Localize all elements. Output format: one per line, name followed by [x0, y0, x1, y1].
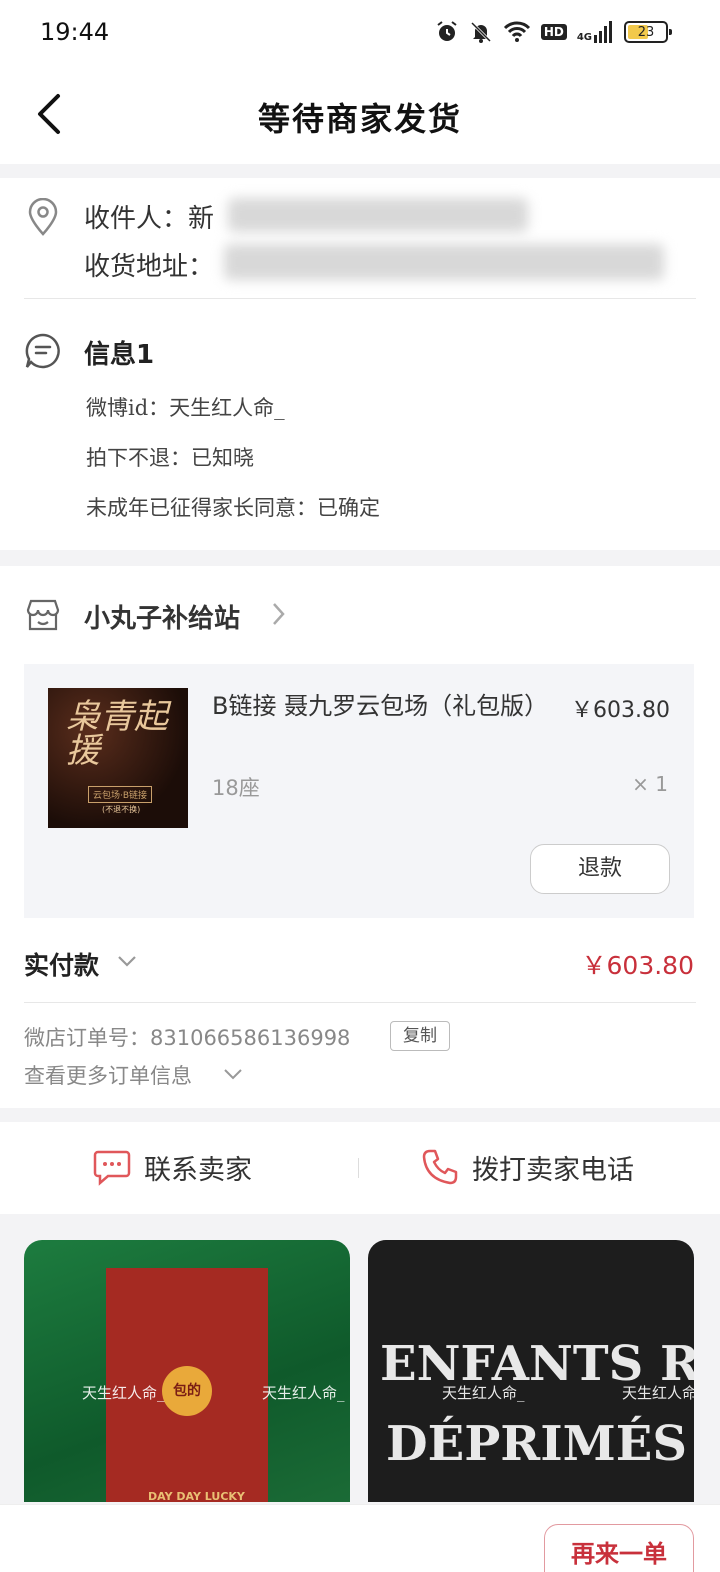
receiver-redacted — [228, 198, 528, 232]
paid-amount: ￥603.80 — [581, 951, 694, 980]
location-pin-icon — [28, 198, 58, 236]
address-row: 收货地址： — [84, 246, 214, 283]
status-icons: HD 4G 23 — [435, 18, 672, 46]
divider — [24, 1002, 696, 1003]
mute-bell-icon — [470, 21, 491, 43]
contact-seller-label: 联系卖家 — [144, 1154, 252, 1186]
envelope-seal: 包的 — [162, 1366, 212, 1416]
watermark: 天生红人命_ — [622, 1384, 694, 1402]
thumbnail-title: 枭青起援 — [66, 697, 168, 771]
copy-button[interactable]: 复制 — [390, 1021, 450, 1051]
chevron-down-icon[interactable] — [116, 952, 138, 970]
call-seller-button[interactable]: 拨打卖家电话 — [420, 1142, 634, 1192]
divider — [24, 298, 696, 299]
reorder-button[interactable]: 再来一单 — [544, 1524, 694, 1572]
order-number: 微店订单号：831066586136998 — [24, 1026, 351, 1050]
receiver-label: 收件人： — [84, 204, 189, 234]
product-thumbnail[interactable]: 枭青起援 云包场·B链接 (不退不换) — [48, 688, 188, 828]
thumbnail-tag: 云包场·B链接 — [88, 786, 153, 803]
shop-name[interactable]: 小丸子补给站 — [84, 598, 240, 635]
watermark: 天生红人命_ — [262, 1384, 345, 1402]
nav-bar: 等待商家发货 — [0, 64, 720, 164]
recommendation-card[interactable]: 包的 DAY DAY LUCKY 天生红人命_ 天生红人命_ — [24, 1240, 350, 1502]
info-line-no-refund: 拍下不退：已知晓 — [86, 446, 254, 470]
message-info-icon — [25, 333, 60, 369]
address-redacted — [224, 244, 664, 280]
receiver-name: 新 — [188, 204, 215, 234]
signal-icon: 4G — [577, 21, 614, 43]
info-line-guardian: 未成年已征得家长同意：已确定 — [86, 496, 380, 520]
shirt-print-line2: DÉPRIMÉS — [386, 1416, 688, 1472]
paid-label[interactable]: 实付款 — [24, 946, 99, 982]
wifi-icon — [503, 21, 530, 42]
receiver-row: 收件人：新 — [84, 198, 214, 235]
chat-icon — [93, 1150, 131, 1186]
network-label: 4G — [576, 32, 592, 43]
product-quantity: × 1 — [632, 772, 668, 796]
chevron-down-icon[interactable] — [222, 1066, 244, 1082]
alarm-icon — [437, 21, 457, 41]
status-bar: 19:44 HD 4G 23 — [0, 0, 720, 64]
info-line-weibo: 微博id：天生红人命_ — [86, 396, 285, 420]
status-time: 19:44 — [40, 18, 110, 46]
thumbnail-subtitle: (不退不换) — [102, 805, 141, 814]
contact-seller-button[interactable]: 联系卖家 — [92, 1142, 252, 1192]
shop-icon — [26, 599, 60, 631]
address-label: 收货地址： — [84, 252, 215, 282]
call-seller-label: 拨打卖家电话 — [472, 1154, 634, 1186]
battery-level: 23 — [637, 24, 655, 40]
recommendation-card[interactable]: ENFANTS R DÉPRIMÉS 天生红人命_ 天生红人命_ — [368, 1240, 694, 1502]
hd-badge: HD — [540, 24, 567, 40]
watermark: 天生红人命_ — [82, 1384, 165, 1402]
product-name[interactable]: B链接 聂九罗云包场（礼包版） — [212, 688, 548, 724]
refund-button[interactable]: 退款 — [530, 844, 670, 894]
more-order-info[interactable]: 查看更多订单信息 — [24, 1060, 192, 1090]
product-price: ￥603.80 — [571, 698, 670, 723]
battery-icon: 23 — [624, 21, 672, 43]
page-title: 等待商家发货 — [257, 100, 462, 138]
watermark: 天生红人命_ — [442, 1384, 525, 1402]
contact-separator — [358, 1158, 359, 1178]
info-title: 信息1 — [84, 340, 155, 370]
phone-icon — [422, 1149, 458, 1185]
chevron-right-icon[interactable] — [268, 600, 288, 628]
product-spec: 18座 — [212, 776, 260, 800]
envelope-footer: DAY DAY LUCKY — [148, 1490, 245, 1502]
